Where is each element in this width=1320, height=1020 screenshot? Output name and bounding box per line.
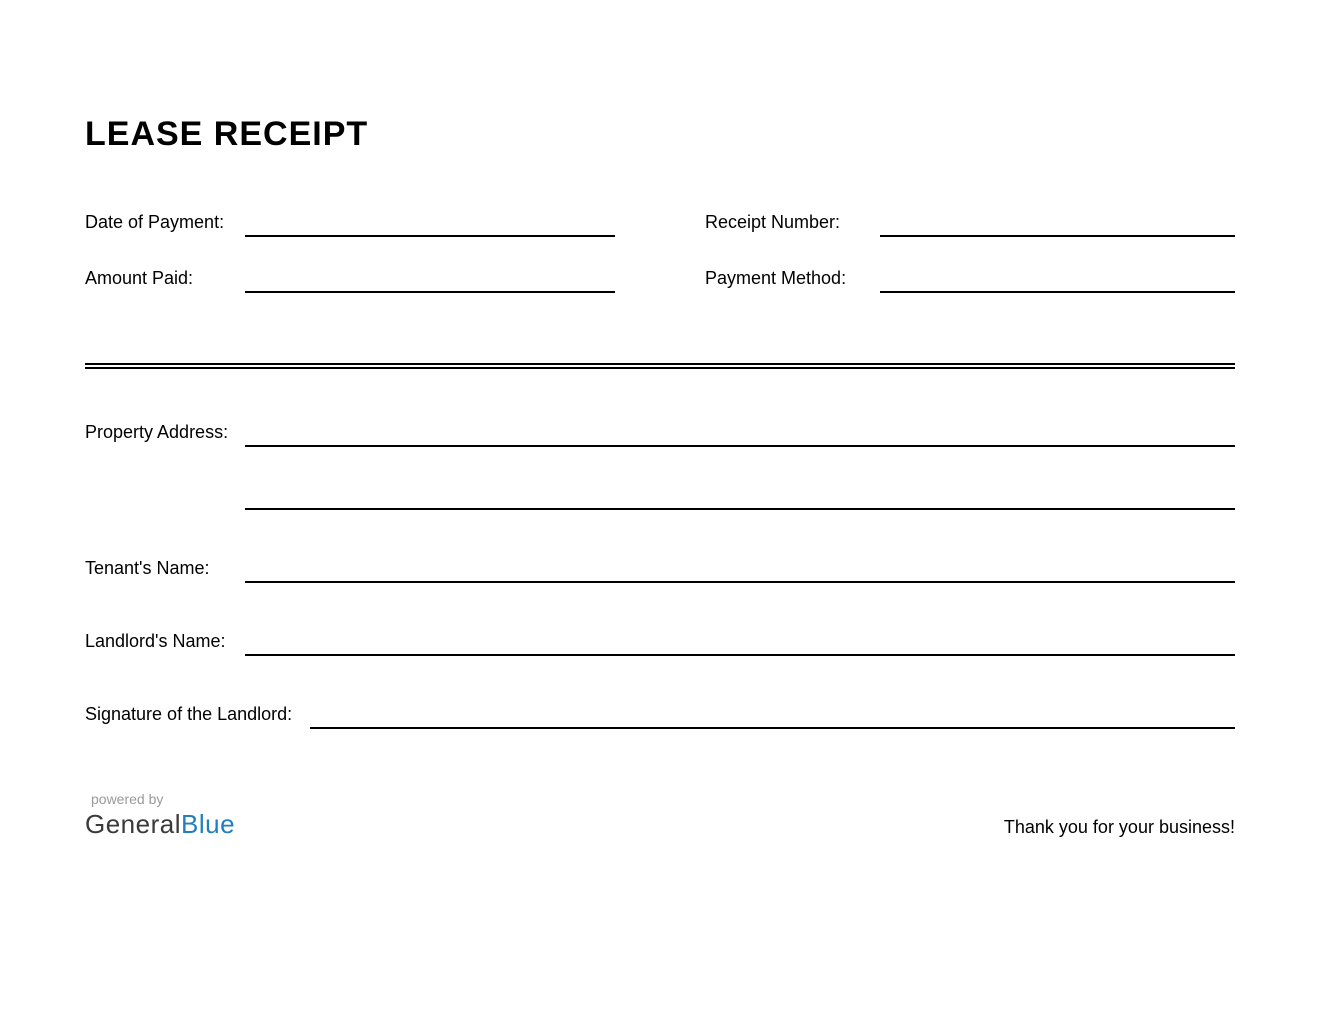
field-amount-paid[interactable] — [245, 265, 615, 293]
row-landlord-name: Landlord's Name: — [85, 628, 1235, 656]
top-fields-grid: Date of Payment: Receipt Number: Amount … — [85, 209, 1235, 293]
body-fields: Property Address: Tenant's Name: Landlor… — [85, 419, 1235, 729]
field-signature[interactable] — [310, 701, 1235, 729]
row-signature: Signature of the Landlord: — [85, 701, 1235, 729]
footer: powered by GeneralBlue Thank you for you… — [85, 791, 1235, 840]
label-tenant-name: Tenant's Name: — [85, 558, 245, 583]
powered-by-text: powered by — [91, 791, 235, 807]
field-date-of-payment[interactable] — [245, 209, 615, 237]
field-receipt-number[interactable] — [880, 209, 1235, 237]
label-date-of-payment: Date of Payment: — [85, 212, 245, 237]
thank-you-text: Thank you for your business! — [1004, 817, 1235, 840]
field-tenant-name[interactable] — [245, 555, 1235, 583]
label-amount-paid: Amount Paid: — [85, 268, 245, 293]
brand-logo: powered by GeneralBlue — [85, 791, 235, 840]
field-payment-method[interactable] — [880, 265, 1235, 293]
field-property-address-line1[interactable] — [245, 419, 1235, 447]
brand-second: Blue — [181, 809, 235, 839]
field-landlord-name[interactable] — [245, 628, 1235, 656]
label-payment-method: Payment Method: — [705, 268, 880, 293]
label-property-address-blank — [85, 506, 245, 510]
label-property-address: Property Address: — [85, 422, 245, 447]
label-landlord-name: Landlord's Name: — [85, 631, 245, 656]
row-tenant-name: Tenant's Name: — [85, 555, 1235, 583]
field-property-address-line2[interactable] — [245, 482, 1235, 510]
row-property-address: Property Address: — [85, 419, 1235, 447]
label-receipt-number: Receipt Number: — [705, 212, 880, 237]
page-title: LEASE RECEIPT — [85, 115, 1235, 154]
brand-name: GeneralBlue — [85, 809, 235, 840]
brand-first: General — [85, 809, 181, 839]
label-signature: Signature of the Landlord: — [85, 704, 310, 729]
row-property-address-2 — [85, 482, 1235, 510]
section-divider — [85, 363, 1235, 369]
